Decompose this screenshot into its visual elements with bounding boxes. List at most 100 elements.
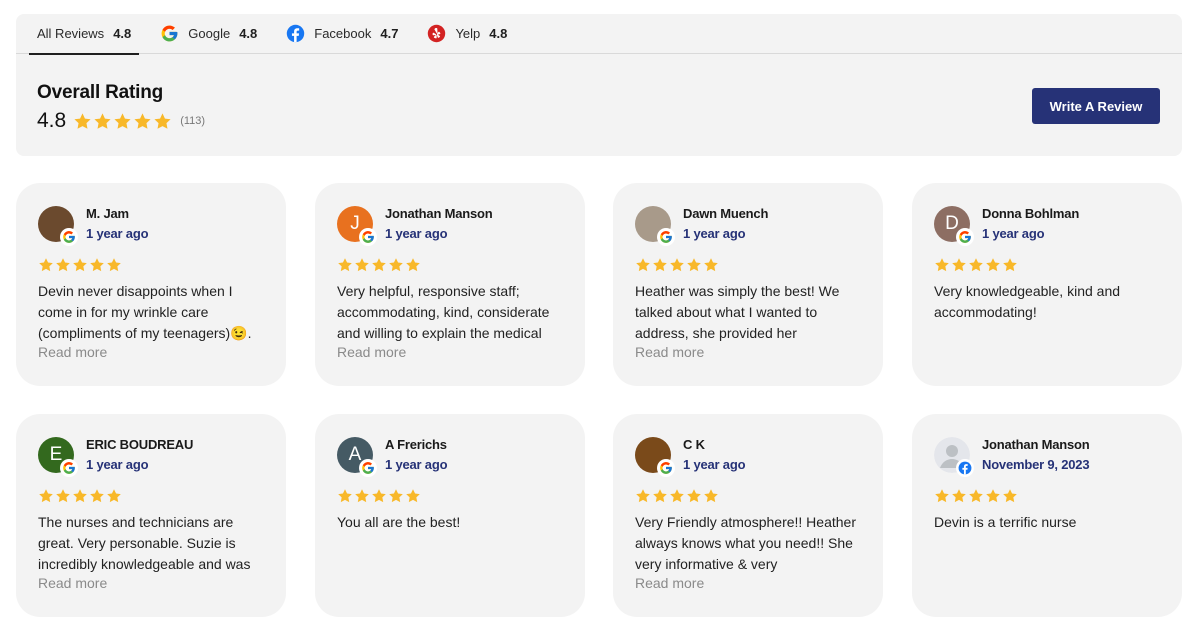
tab-label: Yelp [455, 26, 481, 41]
star-icon [113, 112, 132, 131]
review-card: M. Jam 1 year ago Devin never disappoint… [16, 183, 286, 386]
star-icon [934, 488, 950, 504]
google-icon [359, 459, 377, 477]
star-icon [652, 257, 668, 273]
star-icon [968, 488, 984, 504]
avatar [635, 206, 675, 246]
avatar [38, 206, 78, 246]
star-icon [652, 488, 668, 504]
avatar-letter: J [350, 213, 360, 234]
star-icon [89, 257, 105, 273]
review-date[interactable]: 1 year ago [385, 226, 448, 241]
write-review-button[interactable]: Write A Review [1032, 88, 1160, 124]
review-card: Dawn Muench 1 year ago Heather was simpl… [613, 183, 883, 386]
review-card: E ERIC BOUDREAU 1 year ago The nurses an… [16, 414, 286, 617]
tab-all-reviews[interactable]: All Reviews 4.8 [29, 14, 140, 55]
reviewer-name: M. Jam [86, 206, 129, 221]
tab-score: 4.8 [113, 26, 132, 41]
star-icon [337, 257, 353, 273]
read-more-link[interactable]: Read more [337, 344, 406, 360]
star-icon [703, 488, 719, 504]
review-card: J Jonathan Manson 1 year ago Very helpfu… [315, 183, 585, 386]
read-more-link[interactable]: Read more [635, 344, 704, 360]
review-card: Jonathan Manson November 9, 2023 Devin i… [912, 414, 1182, 617]
avatar: J [337, 206, 377, 246]
star-icon [55, 257, 71, 273]
star-icon [133, 112, 152, 131]
review-date[interactable]: November 9, 2023 [982, 457, 1090, 472]
review-text: Very helpful, responsive staff; accommod… [337, 283, 550, 341]
star-icon [669, 488, 685, 504]
review-text: Very knowledgeable, kind and accommodati… [934, 283, 1121, 320]
tab-label: All Reviews [37, 26, 105, 41]
star-icon [686, 488, 702, 504]
star-icon [106, 257, 122, 273]
star-icon [951, 257, 967, 273]
star-icon [686, 257, 702, 273]
star-icon [635, 257, 651, 273]
review-date[interactable]: 1 year ago [982, 226, 1045, 241]
star-icon [1002, 488, 1018, 504]
star-icon [72, 257, 88, 273]
star-icon [73, 112, 92, 131]
tab-score: 4.7 [380, 26, 399, 41]
star-icon [985, 488, 1001, 504]
star-icon [985, 257, 1001, 273]
reviewer-name: Donna Bohlman [982, 206, 1080, 221]
google-icon [160, 24, 179, 43]
reviewer-name: C K [683, 437, 705, 452]
tab-label: Facebook [314, 26, 372, 41]
star-icon [89, 488, 105, 504]
review-stars [635, 257, 720, 273]
review-date[interactable]: 1 year ago [86, 457, 149, 472]
star-icon [371, 488, 387, 504]
star-icon [354, 257, 370, 273]
star-icon [72, 488, 88, 504]
star-icon [703, 257, 719, 273]
review-stars [337, 488, 422, 504]
star-icon [669, 257, 685, 273]
review-text: You all are the best! [337, 514, 461, 530]
star-icon [405, 488, 421, 504]
review-date[interactable]: 1 year ago [385, 457, 448, 472]
google-icon [657, 228, 675, 246]
tab-yelp[interactable]: Yelp 4.8 [419, 14, 515, 54]
review-date[interactable]: 1 year ago [86, 226, 149, 241]
review-stars [38, 488, 123, 504]
tab-facebook[interactable]: Facebook 4.7 [278, 14, 406, 54]
review-text: The nurses and technicians are great. Ve… [38, 514, 251, 572]
read-more-link[interactable]: Read more [635, 575, 704, 591]
avatar: E [38, 437, 78, 477]
read-more-link[interactable]: Read more [38, 575, 107, 591]
tab-google[interactable]: Google 4.8 [152, 14, 265, 54]
star-icon [93, 112, 112, 131]
rating-summary-panel: All Reviews 4.8 Google 4.8 Facebook 4.7 … [16, 14, 1182, 156]
star-icon [405, 257, 421, 273]
review-date[interactable]: 1 year ago [683, 457, 746, 472]
review-card: C K 1 year ago Very Friendly atmosphere!… [613, 414, 883, 617]
review-count: (113) [180, 115, 206, 127]
review-date[interactable]: 1 year ago [683, 226, 746, 241]
google-icon [657, 459, 675, 477]
review-text: Very Friendly atmosphere!! Heather alway… [635, 514, 856, 572]
star-icon [934, 257, 950, 273]
avatar [635, 437, 675, 477]
avatar: D [934, 206, 974, 246]
avatar [934, 437, 974, 477]
read-more-link[interactable]: Read more [38, 344, 107, 360]
reviewer-name: ERIC BOUDREAU [86, 437, 194, 452]
star-icon [388, 257, 404, 273]
star-icon [388, 488, 404, 504]
overall-score: 4.8 [37, 109, 67, 132]
star-icon [106, 488, 122, 504]
star-icon [371, 257, 387, 273]
review-stars [934, 488, 1019, 504]
overall-rating-row: 4.8 (113) [37, 108, 205, 134]
review-card: A A Frerichs 1 year ago You all are the … [315, 414, 585, 617]
review-stars [337, 257, 422, 273]
star-icon [635, 488, 651, 504]
star-icon [354, 488, 370, 504]
avatar: A [337, 437, 377, 477]
reviewer-name: Jonathan Manson [385, 206, 493, 221]
facebook-icon [956, 459, 974, 477]
